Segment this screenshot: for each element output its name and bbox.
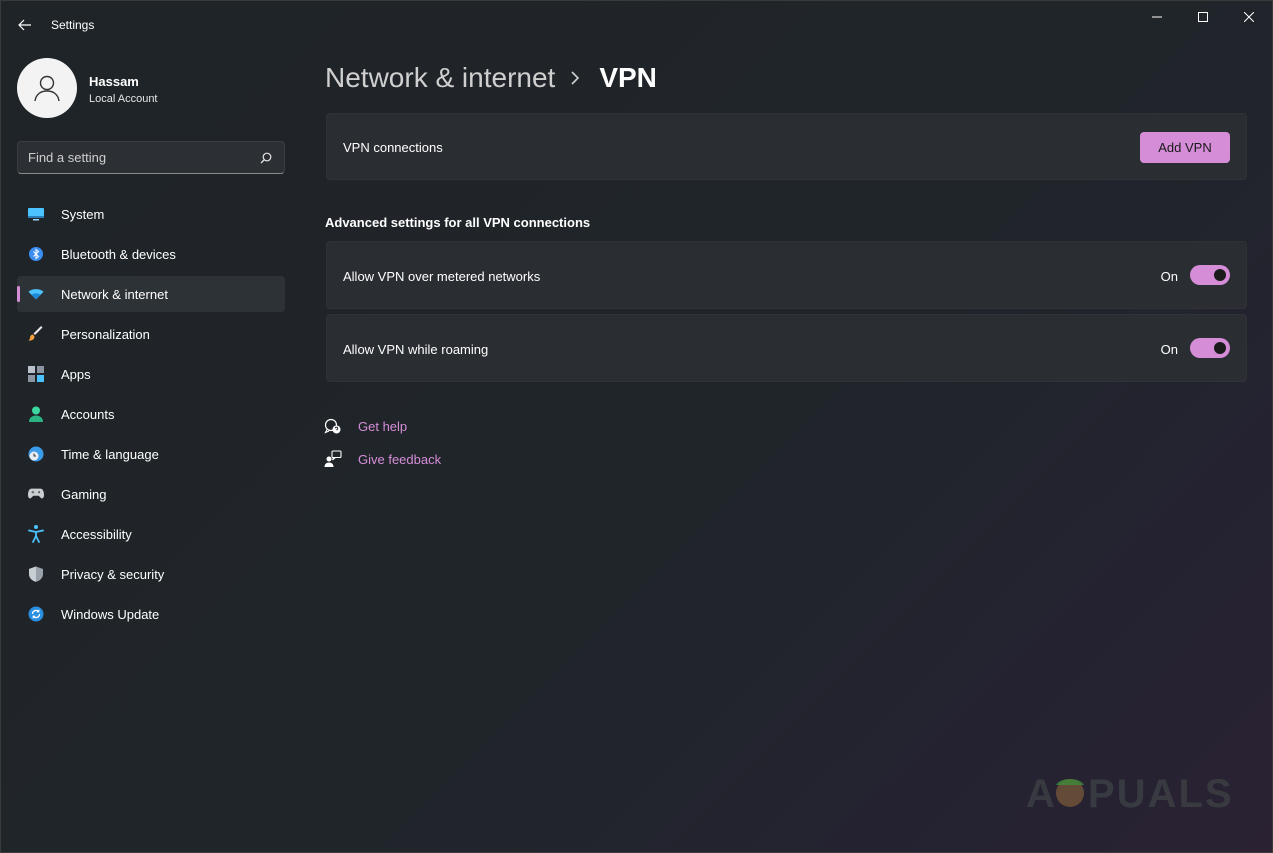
breadcrumb: Network & internet VPN [325,58,657,98]
toggle-state-label: On [1160,342,1178,357]
accessibility-icon [28,525,44,543]
person-icon [28,406,44,422]
search-box[interactable] [17,141,285,174]
setting-label: Allow VPN while roaming [343,342,489,357]
maximize-icon [1198,12,1208,22]
minimize-button[interactable] [1134,6,1180,28]
sidebar-item-label: Time & language [61,447,159,462]
wifi-icon [28,286,44,302]
close-button[interactable] [1226,6,1272,28]
vpn-connections-card: VPN connections Add VPN [326,113,1247,180]
sidebar-item-system[interactable]: System [17,196,285,232]
globe-clock-icon [28,446,44,462]
add-vpn-button[interactable]: Add VPN [1140,132,1230,163]
sidebar-item-time-language[interactable]: Time & language [17,436,285,472]
monitor-icon [28,206,44,222]
sidebar-item-bluetooth[interactable]: Bluetooth & devices [17,236,285,272]
bluetooth-icon [28,246,44,262]
setting-vpn-roaming: Allow VPN while roaming On [326,314,1247,382]
sidebar-item-label: Apps [61,367,91,382]
metered-toggle[interactable] [1190,265,1230,285]
user-name: Hassam [89,74,139,89]
get-help-text[interactable]: Get help [358,419,407,434]
give-feedback-text[interactable]: Give feedback [358,452,441,467]
sidebar-item-personalization[interactable]: Personalization [17,316,285,352]
sidebar-item-windows-update[interactable]: Windows Update [17,596,285,632]
setting-label: Allow VPN over metered networks [343,269,541,284]
apps-icon [28,366,44,382]
shield-icon [28,566,44,582]
sidebar-item-label: Personalization [61,327,150,342]
sidebar-item-gaming[interactable]: Gaming [17,476,285,512]
toggle-knob [1214,342,1226,354]
feedback-icon [324,450,342,468]
app-title: Settings [51,18,95,32]
close-icon [1244,12,1254,22]
brush-icon [28,326,44,342]
roaming-toggle[interactable] [1190,338,1230,358]
sidebar-nav: System Bluetooth & devices Network & int… [17,196,285,636]
person-outline-icon [34,75,60,102]
search-icon[interactable] [260,152,272,164]
minimize-icon [1152,16,1162,18]
sidebar-item-label: Windows Update [61,607,160,622]
section-heading: Advanced settings for all VPN connection… [325,215,591,230]
page-title: VPN [599,62,657,93]
sidebar-item-network[interactable]: Network & internet [17,276,285,312]
back-button[interactable] [12,12,38,38]
maximize-button[interactable] [1180,6,1226,28]
help-chat-icon [324,417,342,435]
give-feedback-link[interactable]: Give feedback [324,449,441,469]
sidebar-item-label: Network & internet [61,287,168,302]
sidebar-item-accessibility[interactable]: Accessibility [17,516,285,552]
breadcrumb-parent[interactable]: Network & internet [325,62,555,94]
avatar [17,58,77,118]
sidebar-item-label: Accessibility [61,527,132,542]
sidebar-item-apps[interactable]: Apps [17,356,285,392]
sidebar-item-label: Privacy & security [61,567,165,582]
sidebar-item-privacy[interactable]: Privacy & security [17,556,285,592]
sidebar-item-label: Accounts [61,407,115,422]
sidebar-item-label: System [61,207,105,222]
svg-text:PUALS: PUALS [1088,772,1234,816]
sidebar-item-label: Gaming [61,487,107,502]
sidebar-item-label: Bluetooth & devices [61,247,176,262]
vpn-connections-label: VPN connections [343,140,443,155]
title-bar: Settings [0,0,1273,50]
get-help-link[interactable]: Get help [324,416,407,436]
active-indicator [17,286,20,302]
svg-text:A: A [1026,772,1057,816]
appuals-watermark-logo: A PUALS [1026,772,1234,816]
arrow-left-icon [18,19,31,31]
toggle-knob [1214,269,1226,281]
setting-vpn-metered: Allow VPN over metered networks On [326,241,1247,309]
toggle-state-label: On [1160,269,1178,284]
sidebar-item-accounts[interactable]: Accounts [17,396,285,432]
account-type: Local Account [89,93,158,105]
search-input[interactable] [28,142,248,173]
update-icon [28,606,44,622]
user-profile[interactable]: Hassam Local Account [17,58,277,118]
gamepad-icon [28,486,44,502]
chevron-right-icon [571,70,583,86]
